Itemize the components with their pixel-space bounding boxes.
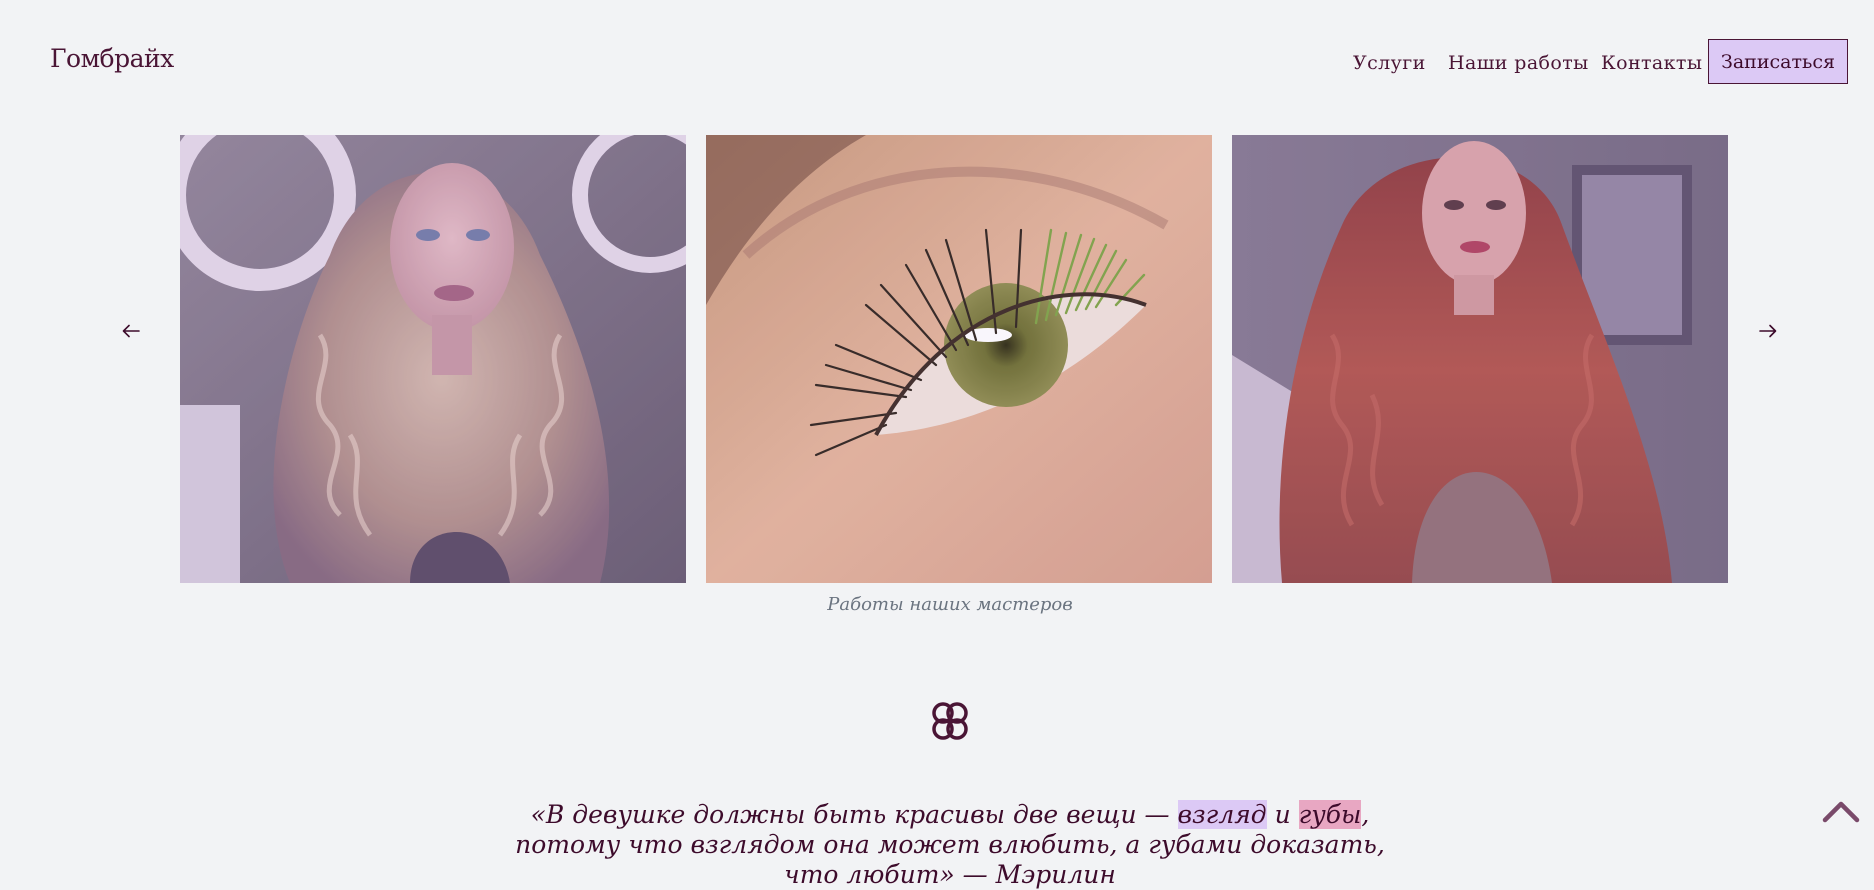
arrow-right-icon (1759, 324, 1777, 338)
flower-ornament-icon (932, 702, 968, 740)
next-slide-button[interactable] (1755, 318, 1781, 344)
quote-highlight-gaze: взгляд (1177, 800, 1267, 829)
nav-our-works[interactable]: Наши работы (1448, 52, 1589, 74)
gallery-image-eyelash-extensions[interactable] (706, 135, 1212, 583)
site-logo[interactable]: Гомбрайх (50, 44, 174, 73)
gallery-image-red-waves[interactable] (1232, 135, 1728, 583)
prev-slide-button[interactable] (118, 318, 144, 344)
nav-contacts[interactable]: Контакты (1601, 52, 1702, 74)
book-button[interactable]: Записаться (1708, 39, 1848, 84)
quote-text: «В девушке должны быть красивы две вещи … (515, 800, 1385, 889)
quote-highlight-lips: губы (1298, 800, 1362, 829)
scroll-to-top-icon[interactable] (1822, 798, 1860, 824)
gallery-image-blonde-curls[interactable] (180, 135, 686, 583)
nav-services[interactable]: Услуги (1353, 52, 1426, 74)
arrow-left-icon (122, 324, 140, 338)
gallery-caption: Работы наших мастеров (827, 594, 1073, 615)
